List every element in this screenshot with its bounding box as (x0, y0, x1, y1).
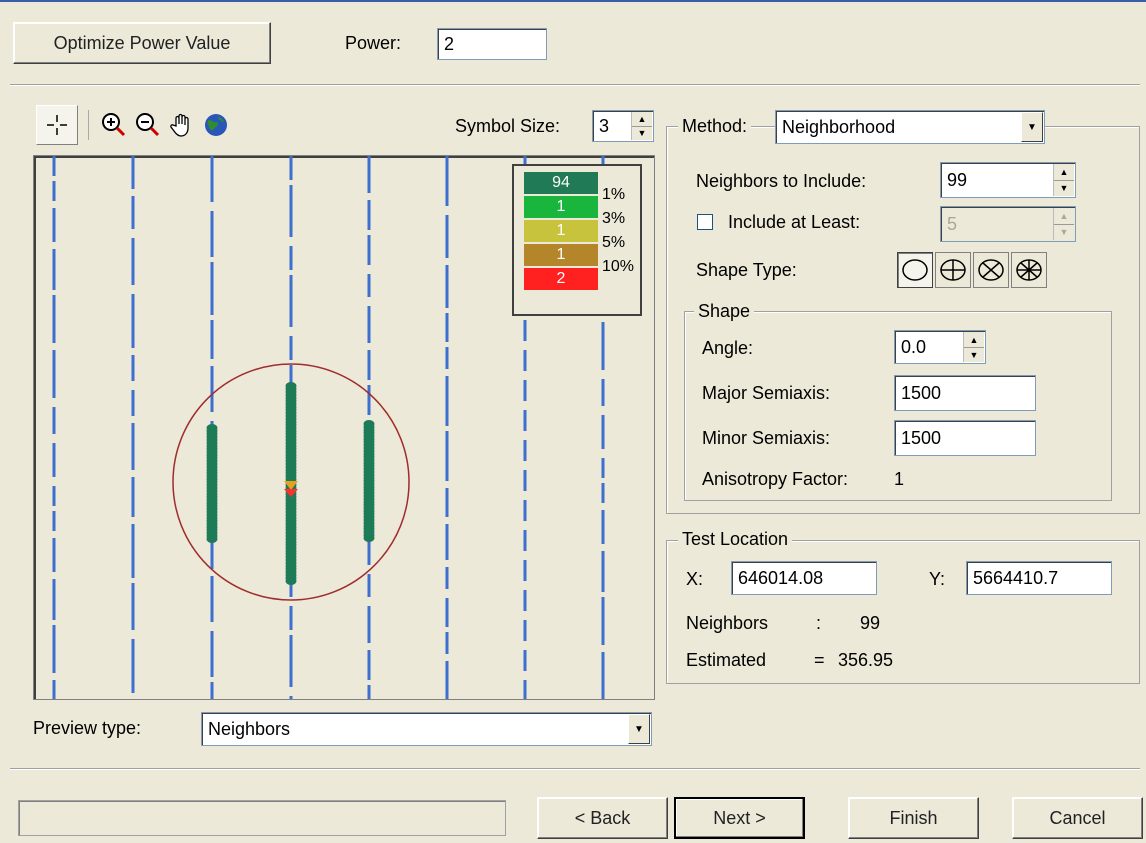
include-at-least-label: Include at Least: (728, 212, 861, 232)
minor-semiaxis-label: Minor Semiaxis: (702, 428, 831, 448)
neighbors-result-sep: : (816, 613, 822, 633)
estimated-value: 356.95 (838, 650, 894, 670)
legend-pct-3: 10% (602, 258, 635, 275)
status-bar (18, 800, 506, 836)
method-label: Method: (678, 116, 752, 137)
estimated-label: Estimated (686, 650, 767, 670)
cancel-button[interactable]: Cancel (1012, 797, 1143, 839)
finish-button[interactable]: Finish (848, 797, 979, 839)
test-location-title: Test Location (678, 529, 793, 550)
x-input[interactable]: 646014.08 (731, 561, 877, 595)
spin-down-icon[interactable]: ▼ (1054, 224, 1074, 240)
optimize-power-button[interactable]: Optimize Power Value (13, 22, 271, 64)
shape-type-buttons (897, 252, 1047, 288)
toolbar-divider (88, 110, 89, 140)
minor-semiaxis-input[interactable]: 1500 (894, 420, 1036, 456)
zoom-out-icon[interactable] (133, 110, 163, 140)
power-label: Power: (345, 33, 402, 53)
preview-type-label: Preview type: (33, 718, 142, 738)
spin-up-icon[interactable]: ▲ (964, 332, 984, 348)
shape-type-label: Shape Type: (696, 260, 797, 280)
angle-spin-buttons[interactable]: ▲ ▼ (963, 332, 984, 362)
legend-swatch-0: 94 (524, 172, 598, 194)
legend-swatch-3: 1 (524, 244, 598, 266)
preview-type-select[interactable]: Neighbors ▼ (201, 712, 652, 746)
legend-swatch-1: 1 (524, 196, 598, 218)
neighbors-include-value: 99 (947, 169, 968, 190)
chevron-down-icon[interactable]: ▼ (1021, 112, 1043, 142)
angle-label: Angle: (702, 338, 754, 358)
next-button[interactable]: Next > (674, 797, 805, 839)
chevron-down-icon[interactable]: ▼ (628, 714, 650, 744)
spin-up-icon[interactable]: ▲ (1054, 164, 1074, 181)
neighbors-result-label: Neighbors (686, 613, 769, 633)
major-semiaxis-input[interactable]: 1500 (894, 375, 1036, 411)
neighbors-include-label: Neighbors to Include: (696, 171, 867, 191)
angle-value: 0.0 (901, 336, 927, 357)
method-value: Neighborhood (782, 116, 896, 137)
include-at-least-spinner[interactable]: 5 ▲ ▼ (940, 206, 1076, 242)
top-separator (10, 84, 1140, 86)
globe-icon[interactable] (201, 110, 231, 140)
sample-point (285, 577, 297, 585)
map-toolbar (36, 104, 276, 146)
method-select[interactable]: Neighborhood ▼ (775, 110, 1045, 144)
y-input[interactable]: 5664410.7 (966, 561, 1112, 595)
preview-map[interactable]: 94 1 1 1 2 1% 3% 5% 10% (33, 155, 655, 700)
spin-down-icon[interactable]: ▼ (632, 126, 652, 140)
spin-up-icon[interactable]: ▲ (632, 112, 652, 127)
shape-ellipse-icon[interactable] (897, 252, 933, 288)
shape-eight-sector-icon[interactable] (1011, 252, 1047, 288)
back-button[interactable]: < Back (537, 797, 668, 839)
neighbors-result-value: 99 (860, 613, 881, 633)
spin-up-icon[interactable]: ▲ (1054, 208, 1074, 225)
include-at-least-checkbox[interactable] (697, 214, 713, 230)
neighbors-include-spinner[interactable]: 99 ▲ ▼ (940, 162, 1076, 198)
anisotropy-value: 1 (894, 469, 905, 489)
symbol-size-value: 3 (599, 115, 610, 136)
estimated-sep: = (814, 650, 825, 670)
sample-point (206, 535, 218, 543)
legend-swatch-4: 2 (524, 268, 598, 290)
spin-down-icon[interactable]: ▼ (1054, 180, 1074, 196)
include-at-least-value: 5 (947, 213, 958, 234)
x-label: X: (686, 569, 704, 589)
crosshair-icon[interactable] (36, 105, 78, 145)
anisotropy-label: Anisotropy Factor: (702, 469, 849, 489)
legend-pct-0: 1% (602, 186, 626, 203)
zoom-in-icon[interactable] (99, 110, 129, 140)
legend-pct-1: 3% (602, 210, 626, 227)
preview-type-value: Neighbors (208, 718, 291, 739)
window-top-border (0, 0, 1146, 2)
major-semiaxis-label: Major Semiaxis: (702, 383, 831, 403)
sample-point (363, 534, 375, 542)
spin-down-icon[interactable]: ▼ (964, 347, 984, 362)
angle-spinner[interactable]: 0.0 ▲ ▼ (894, 330, 986, 364)
shape-four-sector-rotated-icon[interactable] (973, 252, 1009, 288)
legend-pct-2: 5% (602, 234, 626, 251)
power-input[interactable]: 2 (437, 28, 547, 60)
include-at-least-spin-buttons[interactable]: ▲ ▼ (1053, 208, 1074, 240)
legend-swatch-2: 1 (524, 220, 598, 242)
symbol-size-spin-buttons[interactable]: ▲ ▼ (631, 112, 652, 140)
legend-box: 94 1 1 1 2 1% 3% 5% 10% (512, 164, 642, 316)
pan-hand-icon[interactable] (167, 110, 197, 140)
shape-four-sector-icon[interactable] (935, 252, 971, 288)
shape-group-title: Shape (694, 301, 755, 322)
bottom-separator (10, 768, 1140, 770)
y-label: Y: (929, 569, 946, 589)
symbol-size-spinner[interactable]: 3 ▲ ▼ (592, 110, 654, 142)
symbol-size-label: Symbol Size: (455, 116, 561, 136)
neighbors-spin-buttons[interactable]: ▲ ▼ (1053, 164, 1074, 196)
